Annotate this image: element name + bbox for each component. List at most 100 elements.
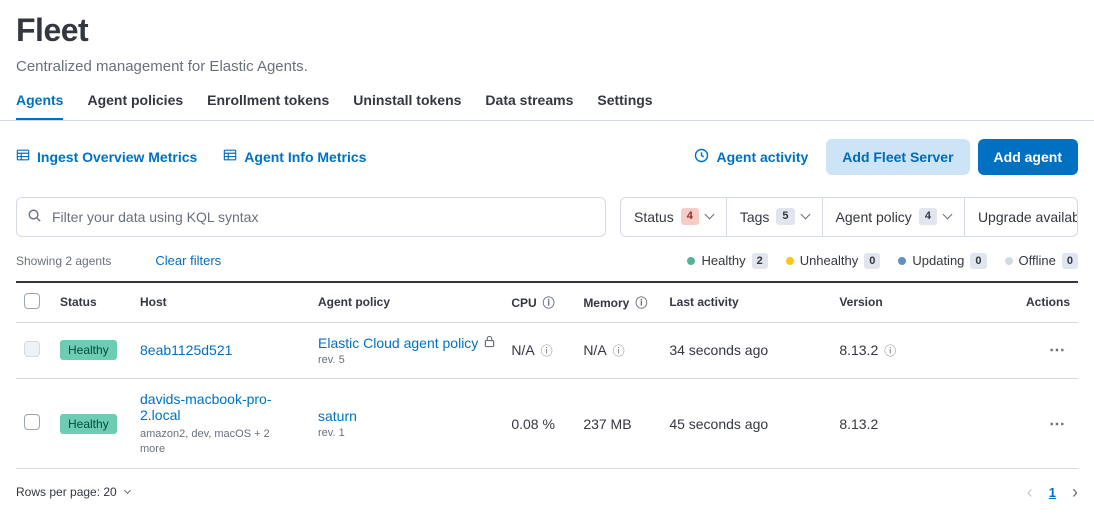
col-header-host: Host xyxy=(132,282,310,323)
agent-policy-link[interactable]: Elastic Cloud agent policy xyxy=(318,335,478,351)
col-header-last-activity: Last activity xyxy=(661,282,831,323)
chevron-down-icon xyxy=(942,210,952,220)
ingest-overview-metrics-link[interactable]: Ingest Overview Metrics xyxy=(16,148,197,165)
agent-info-metrics-label: Agent Info Metrics xyxy=(244,149,366,165)
unhealthy-dot-icon xyxy=(786,257,794,265)
table-chart-icon xyxy=(16,148,30,165)
select-all-checkbox[interactable] xyxy=(24,293,40,309)
row-checkbox-disabled xyxy=(24,341,40,357)
prev-page-button: ‹ xyxy=(1027,483,1033,501)
info-icon[interactable]: ⓘ xyxy=(541,344,553,358)
tab-agents[interactable]: Agents xyxy=(16,92,63,120)
tab-data-streams[interactable]: Data streams xyxy=(485,92,573,120)
legend-label: Updating xyxy=(912,253,964,268)
page-header: Fleet Centralized management for Elastic… xyxy=(0,0,1094,120)
offline-dot-icon xyxy=(1005,257,1013,265)
tags-filter-count-badge: 5 xyxy=(776,208,794,225)
next-page-button[interactable]: › xyxy=(1072,483,1078,501)
pagination: ‹ 1 › xyxy=(1027,483,1078,501)
legend-count-badge: 0 xyxy=(970,253,986,269)
info-icon[interactable]: ⓘ xyxy=(613,344,625,358)
tab-bar: Agents Agent policies Enrollment tokens … xyxy=(16,92,1078,120)
chevron-down-icon xyxy=(704,210,714,220)
agents-table: Status Host Agent policy CPU ⓘ Memoryⓘ La… xyxy=(16,281,1078,470)
actions-button[interactable]: ⋯ xyxy=(1045,412,1070,436)
add-fleet-server-button[interactable]: Add Fleet Server xyxy=(826,139,969,175)
status-filter-button[interactable]: Status 4 xyxy=(621,198,726,236)
status-badge: Healthy xyxy=(60,414,117,434)
host-link[interactable]: davids-macbook-pro-2.local xyxy=(140,391,272,423)
actions-button[interactable]: ⋯ xyxy=(1045,338,1070,362)
summary-row: Showing 2 agents Clear filters Healthy 2… xyxy=(0,237,1094,281)
fleet-page: Fleet Centralized management for Elastic… xyxy=(0,0,1094,515)
chevron-down-icon xyxy=(124,487,131,494)
version-value: 8.13.2 xyxy=(839,342,878,358)
kql-search-box xyxy=(16,197,606,237)
legend-count-badge: 0 xyxy=(1062,253,1078,269)
tab-settings[interactable]: Settings xyxy=(597,92,652,120)
col-header-version: Version xyxy=(831,282,1006,323)
col-header-memory: Memoryⓘ xyxy=(575,282,661,323)
search-input[interactable] xyxy=(50,208,595,226)
last-activity-value: 45 seconds ago xyxy=(661,378,831,469)
upgrade-available-filter-button[interactable]: Upgrade available xyxy=(964,198,1078,236)
legend-count-badge: 2 xyxy=(752,253,768,269)
agent-activity-link[interactable]: Agent activity xyxy=(694,148,808,166)
legend-label: Healthy xyxy=(701,253,745,268)
agent-count-text: Showing 2 agents xyxy=(16,254,111,268)
col-header-agent-policy: Agent policy xyxy=(310,282,503,323)
version-value: 8.13.2 xyxy=(831,378,1006,469)
clock-icon xyxy=(694,148,709,166)
tab-agent-policies[interactable]: Agent policies xyxy=(87,92,183,120)
upgrade-available-filter-label: Upgrade available xyxy=(978,209,1078,225)
agent-row: Healthy davids-macbook-pro-2.local amazo… xyxy=(16,378,1078,469)
legend-count-badge: 0 xyxy=(864,253,880,269)
clear-filters-link[interactable]: Clear filters xyxy=(155,253,221,268)
col-header-cpu-label: CPU xyxy=(511,296,536,310)
tab-enrollment-tokens[interactable]: Enrollment tokens xyxy=(207,92,329,120)
filter-group: Status 4 Tags 5 Agent policy 4 Upgrade a… xyxy=(620,197,1078,237)
memory-value: 237 MB xyxy=(575,378,661,469)
page-subtitle: Centralized management for Elastic Agent… xyxy=(16,58,1078,75)
agent-policy-filter-count-badge: 4 xyxy=(919,208,937,225)
status-filter-count-badge: 4 xyxy=(681,208,699,225)
chevron-down-icon xyxy=(800,210,810,220)
memory-value: N/A xyxy=(583,342,606,358)
agent-policy-filter-label: Agent policy xyxy=(836,209,912,225)
rows-per-page-label: Rows per page: 20 xyxy=(16,485,117,499)
info-icon[interactable]: ⓘ xyxy=(635,296,647,310)
legend-item-healthy: Healthy 2 xyxy=(687,253,767,269)
agent-policy-link[interactable]: saturn xyxy=(318,408,357,424)
ingest-overview-metrics-label: Ingest Overview Metrics xyxy=(37,149,197,165)
info-icon[interactable]: ⓘ xyxy=(543,296,555,310)
cpu-value: N/A xyxy=(511,342,534,358)
status-badge: Healthy xyxy=(60,340,117,360)
page-title: Fleet xyxy=(16,12,1078,49)
table-header-row: Status Host Agent policy CPU ⓘ Memoryⓘ La… xyxy=(16,282,1078,323)
col-header-actions: Actions xyxy=(1006,282,1078,323)
legend-label: Unhealthy xyxy=(800,253,859,268)
legend-item-updating: Updating 0 xyxy=(898,253,986,269)
status-legend: Healthy 2 Unhealthy 0 Updating 0 Offline… xyxy=(687,253,1078,269)
table-footer: Rows per page: 20 ‹ 1 › xyxy=(0,469,1094,515)
info-icon[interactable]: ⓘ xyxy=(884,344,896,358)
toolbar: Ingest Overview Metrics Agent Info Metri… xyxy=(0,121,1094,175)
tags-filter-button[interactable]: Tags 5 xyxy=(726,198,822,236)
add-agent-button[interactable]: Add agent xyxy=(978,139,1078,175)
policy-revision: rev. 1 xyxy=(318,427,495,439)
agent-activity-label: Agent activity xyxy=(716,149,808,165)
agent-info-metrics-link[interactable]: Agent Info Metrics xyxy=(223,148,366,165)
host-link[interactable]: 8eab1125d521 xyxy=(140,342,232,358)
agent-policy-filter-button[interactable]: Agent policy 4 xyxy=(822,198,964,236)
healthy-dot-icon xyxy=(687,257,695,265)
agent-row: Healthy 8eab1125d521 Elastic Cloud agent… xyxy=(16,322,1078,378)
tab-uninstall-tokens[interactable]: Uninstall tokens xyxy=(353,92,461,120)
rows-per-page-button[interactable]: Rows per page: 20 xyxy=(16,485,130,499)
col-header-status: Status xyxy=(52,282,132,323)
row-checkbox[interactable] xyxy=(24,414,40,430)
legend-item-offline: Offline 0 xyxy=(1005,253,1078,269)
legend-item-unhealthy: Unhealthy 0 xyxy=(786,253,881,269)
host-tags: amazon2, dev, macOS + 2 more xyxy=(140,427,290,457)
lock-icon xyxy=(484,335,495,351)
page-1-button[interactable]: 1 xyxy=(1049,485,1056,500)
